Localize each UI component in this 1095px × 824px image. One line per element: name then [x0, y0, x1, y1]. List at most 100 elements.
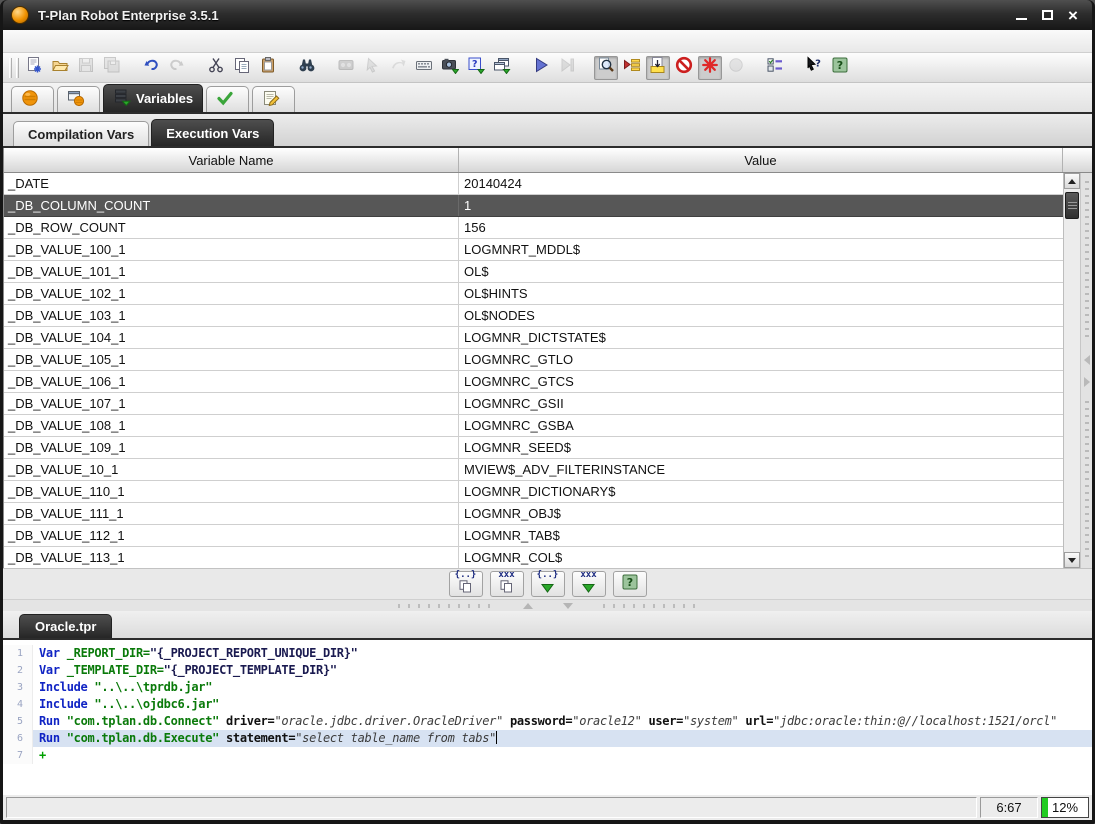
code-text[interactable]: Var _TEMPLATE_DIR="{_PROJECT_TEMPLATE_DI…	[33, 662, 1092, 679]
code-line[interactable]: 2 Var _TEMPLATE_DIR="{_PROJECT_TEMPLATE_…	[3, 662, 1092, 679]
table-row[interactable]: _DB_VALUE_109_1 LOGMNR_SEED$	[4, 437, 1063, 459]
stop-button[interactable]	[672, 56, 696, 80]
table-row[interactable]: _DB_VALUE_105_1 LOGMNRC_GTLO	[4, 349, 1063, 371]
code-text[interactable]: Var _REPORT_DIR="{_PROJECT_REPORT_UNIQUE…	[33, 645, 1092, 662]
variable-value-cell: LOGMNRC_GTCS	[459, 371, 1063, 392]
menu-desktop[interactable]	[59, 39, 75, 43]
code-line[interactable]: 7 +	[3, 747, 1092, 764]
code-line[interactable]: 4 Include "..\..\ojdbc6.jar"	[3, 696, 1092, 713]
code-line[interactable]: 3 Include "..\..\tprdb.jar"	[3, 679, 1092, 696]
save-button	[74, 56, 98, 80]
code-text[interactable]: Include "..\..\tprdb.jar"	[33, 679, 1092, 696]
code-line[interactable]: 5 Run "com.tplan.db.Connect" driver="ora…	[3, 713, 1092, 730]
export-script-button[interactable]	[646, 56, 670, 80]
tab-status[interactable]	[206, 86, 249, 112]
help-button[interactable]: ?	[828, 56, 852, 80]
variable-name-cell: _DB_VALUE_102_1	[4, 283, 459, 304]
code-text[interactable]: Run "com.tplan.db.Execute" statement="se…	[33, 730, 1092, 747]
insert-name-braces-button[interactable]: {..}	[531, 571, 565, 597]
table-row[interactable]: _DB_VALUE_103_1 OL$NODES	[4, 305, 1063, 327]
column-header-variable-name[interactable]: Variable Name	[4, 148, 459, 172]
table-row[interactable]: _DB_VALUE_107_1 LOGMNRC_GSII	[4, 393, 1063, 415]
paste-button[interactable]	[256, 56, 280, 80]
script-editor[interactable]: 1 Var _REPORT_DIR="{_PROJECT_REPORT_UNIQ…	[3, 640, 1092, 794]
collapse-right-icon[interactable]	[1084, 377, 1090, 387]
variable-browser-button[interactable]	[763, 56, 787, 80]
toolbar-grip[interactable]	[9, 58, 12, 78]
table-row[interactable]: _DB_VALUE_111_1 LOGMNR_OBJ$	[4, 503, 1063, 525]
table-row[interactable]: _DB_VALUE_104_1 LOGMNR_DICTSTATE$	[4, 327, 1063, 349]
horizontal-splitter[interactable]	[3, 599, 1092, 611]
variables-help-button[interactable]: ?	[613, 571, 647, 597]
execute-button[interactable]	[529, 56, 553, 80]
table-row[interactable]: _DB_VALUE_106_1 LOGMNRC_GTCS	[4, 371, 1063, 393]
vertical-splitter[interactable]	[1080, 173, 1092, 568]
table-row[interactable]: _DB_VALUE_112_1 LOGMNR_TAB$	[4, 525, 1063, 547]
menu-tools[interactable]	[75, 39, 91, 43]
code-text[interactable]: +	[33, 747, 1092, 764]
close-button[interactable]: ×	[1060, 4, 1086, 26]
screen-ball-icon	[67, 89, 85, 110]
keyboard-button[interactable]	[412, 56, 436, 80]
tab-editor[interactable]	[252, 86, 295, 112]
record-indicator	[724, 56, 748, 80]
undo-icon	[142, 56, 160, 79]
new-script-button[interactable]	[22, 56, 46, 80]
run-list-icon	[623, 56, 641, 79]
menu-help[interactable]	[91, 39, 107, 43]
collapse-up-icon[interactable]	[523, 603, 533, 609]
copy-value-xxx-button[interactable]: xxx	[490, 571, 524, 597]
variable-value-cell: LOGMNRT_MDDL$	[459, 239, 1063, 260]
copy-name-braces-button[interactable]: {..}	[449, 571, 483, 597]
open-button[interactable]	[48, 56, 72, 80]
table-row[interactable]: _DB_VALUE_110_1 LOGMNR_DICTIONARY$	[4, 481, 1063, 503]
minimize-button[interactable]	[1008, 4, 1034, 26]
menu-file[interactable]	[11, 39, 27, 43]
tab-screen[interactable]	[57, 86, 100, 112]
table-row[interactable]: _DB_ROW_COUNT 156	[4, 217, 1063, 239]
comparison-button[interactable]: ?	[464, 56, 488, 80]
memory-bar	[1042, 798, 1048, 817]
column-header-value[interactable]: Value	[459, 148, 1063, 172]
toolbar-grip[interactable]	[16, 58, 19, 78]
cut-button[interactable]	[204, 56, 228, 80]
table-row[interactable]: _DB_VALUE_113_1 LOGMNR_COL$	[4, 547, 1063, 568]
find-button[interactable]	[295, 56, 319, 80]
code-text[interactable]: Include "..\..\ojdbc6.jar"	[33, 696, 1092, 713]
table-scrollbar[interactable]	[1063, 173, 1080, 568]
code-line[interactable]: 6 Run "com.tplan.db.Execute" statement="…	[3, 730, 1092, 747]
code-text[interactable]: Run "com.tplan.db.Connect" driver="oracl…	[33, 713, 1092, 730]
waitfor-window-button[interactable]	[490, 56, 514, 80]
undo-button[interactable]	[139, 56, 163, 80]
tab-execution-vars[interactable]: Execution Vars	[151, 119, 274, 146]
table-row[interactable]: _DB_COLUMN_COUNT 1	[4, 195, 1063, 217]
tab-compilation-vars[interactable]: Compilation Vars	[13, 121, 149, 146]
menu-script[interactable]	[43, 39, 59, 43]
editor-tab-oracle[interactable]: Oracle.tpr	[19, 614, 112, 638]
collapse-left-icon[interactable]	[1084, 355, 1090, 365]
table-row[interactable]: _DB_VALUE_10_1 MVIEW$_ADV_FILTERINSTANCE	[4, 459, 1063, 481]
table-row[interactable]: _DB_VALUE_100_1 LOGMNRT_MDDL$	[4, 239, 1063, 261]
copy-button[interactable]	[230, 56, 254, 80]
pause-button[interactable]	[698, 56, 722, 80]
execution-list-button[interactable]	[620, 56, 644, 80]
screenshot-button[interactable]	[438, 56, 462, 80]
scrollbar-track[interactable]	[1064, 189, 1080, 552]
code-line[interactable]: 1 Var _REPORT_DIR="{_PROJECT_REPORT_UNIQ…	[3, 645, 1092, 662]
whats-this-button[interactable]: ?	[802, 56, 826, 80]
collapse-down-icon[interactable]	[563, 603, 573, 609]
table-row[interactable]: _DB_VALUE_102_1 OL$HINTS	[4, 283, 1063, 305]
scroll-down-button[interactable]	[1064, 552, 1080, 568]
variable-name-cell: _DB_VALUE_111_1	[4, 503, 459, 524]
follow-execution-button[interactable]	[594, 56, 618, 80]
menu-edit[interactable]	[27, 39, 43, 43]
scroll-up-button[interactable]	[1064, 173, 1080, 189]
insert-value-xxx-button[interactable]: xxx	[572, 571, 606, 597]
tab-robot[interactable]	[11, 86, 54, 112]
tab-variables[interactable]: Variables	[103, 84, 203, 112]
table-row[interactable]: _DB_VALUE_101_1 OL$	[4, 261, 1063, 283]
scrollbar-thumb[interactable]	[1065, 192, 1079, 219]
table-row[interactable]: _DATE 20140424	[4, 173, 1063, 195]
table-row[interactable]: _DB_VALUE_108_1 LOGMNRC_GSBA	[4, 415, 1063, 437]
maximize-button[interactable]	[1034, 4, 1060, 26]
